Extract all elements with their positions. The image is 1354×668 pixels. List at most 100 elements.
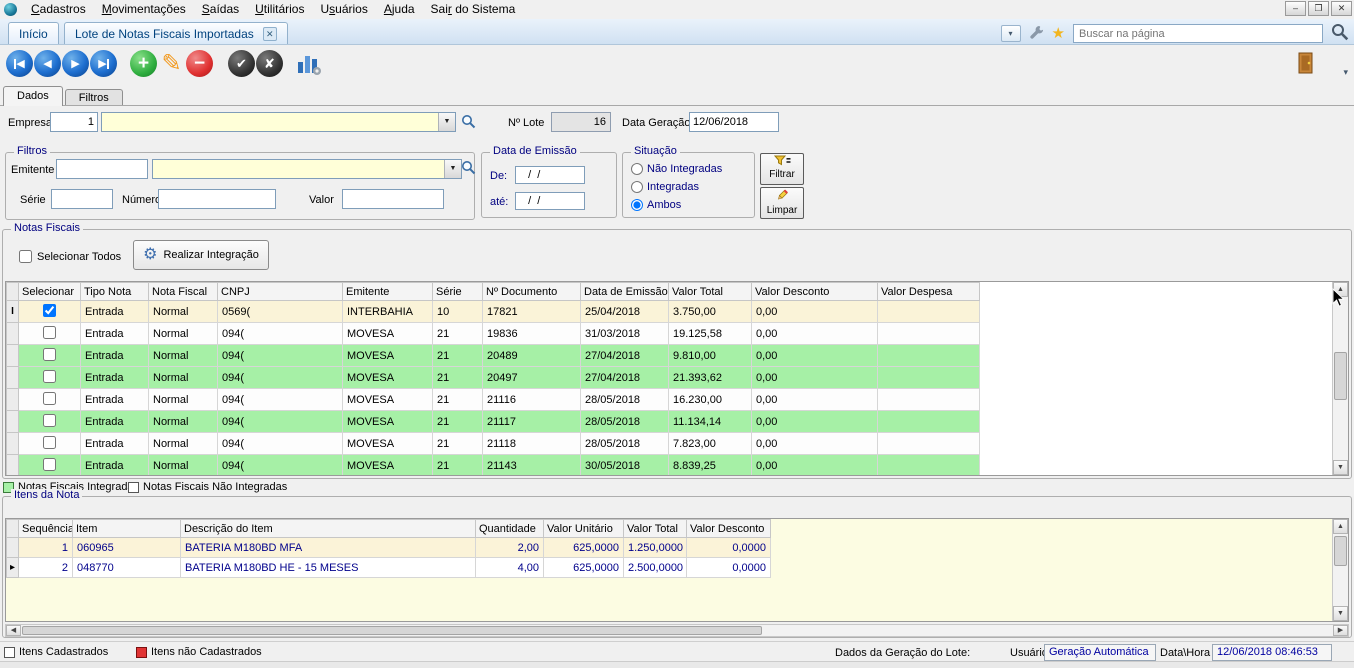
scrollbar-thumb[interactable]: [1334, 352, 1347, 400]
search-icon[interactable]: [1331, 23, 1349, 44]
star-icon[interactable]: ★: [1052, 26, 1065, 41]
radio-integradas-input[interactable]: [631, 181, 643, 193]
combo-dropdown-icon[interactable]: ▼: [438, 113, 455, 131]
search-input[interactable]: [1073, 24, 1323, 43]
scrollbar-thumb[interactable]: [22, 626, 762, 635]
row-select-checkbox[interactable]: [43, 458, 56, 471]
numero-input[interactable]: [158, 189, 276, 209]
col-documento[interactable]: Nº Documento: [483, 283, 581, 301]
menu-item-usuarios[interactable]: Usuários: [312, 0, 375, 19]
menu-item-saidas[interactable]: Saídas: [194, 0, 247, 19]
col-item[interactable]: Item: [73, 520, 181, 538]
row-select-checkbox[interactable]: [43, 414, 56, 427]
ate-date-input[interactable]: / /: [515, 192, 585, 210]
prev-record-button[interactable]: ◀: [34, 50, 61, 77]
minimize-button[interactable]: –: [1285, 1, 1306, 16]
emitente-combo[interactable]: ▼: [152, 159, 462, 179]
col-valor-unitario[interactable]: Valor Unitário: [544, 520, 624, 538]
empresa-combo[interactable]: ▼: [101, 112, 456, 132]
confirm-button[interactable]: ✔: [228, 50, 255, 77]
valor-input[interactable]: [342, 189, 444, 209]
scroll-down-icon[interactable]: ▼: [1333, 606, 1348, 621]
chevron-down-icon[interactable]: ▾: [1001, 25, 1021, 42]
col-descricao[interactable]: Descrição do Item: [181, 520, 476, 538]
row-select-checkbox[interactable]: [43, 392, 56, 405]
col-valor-desconto[interactable]: Valor Desconto: [687, 520, 771, 538]
item-row[interactable]: ▸ 2 048770 BATERIA M180BD HE - 15 MESES …: [7, 558, 1335, 578]
scroll-right-icon[interactable]: ▶: [1333, 625, 1348, 636]
serie-input[interactable]: [51, 189, 113, 209]
cancel-button[interactable]: ✘: [256, 50, 283, 77]
radio-nao-integradas[interactable]: Não Integradas: [631, 163, 722, 175]
wrench-icon[interactable]: [1029, 25, 1044, 43]
tab-inicio[interactable]: Início: [8, 22, 59, 44]
emitente-lookup-icon[interactable]: [461, 160, 476, 178]
scroll-up-icon[interactable]: ▲: [1333, 519, 1348, 534]
exit-door-icon[interactable]: [1296, 51, 1316, 78]
col-tipo-nota[interactable]: Tipo Nota: [81, 283, 149, 301]
col-emissao[interactable]: Data de Emissão: [581, 283, 669, 301]
emitente-input[interactable]: [56, 159, 148, 179]
chart-report-button[interactable]: [296, 50, 324, 78]
edit-record-button[interactable]: ✎: [158, 50, 185, 77]
col-quantidade[interactable]: Quantidade: [476, 520, 544, 538]
empresa-lookup-icon[interactable]: [461, 114, 476, 132]
scroll-left-icon[interactable]: ◀: [6, 625, 21, 636]
col-emitente[interactable]: Emitente: [343, 283, 433, 301]
row-select-checkbox[interactable]: [43, 304, 56, 317]
row-select-checkbox[interactable]: [43, 436, 56, 449]
col-valor-despesa[interactable]: Valor Despesa: [878, 283, 980, 301]
menu-item-sair[interactable]: Sair do Sistema: [423, 0, 524, 19]
radio-ambos[interactable]: Ambos: [631, 199, 681, 211]
delete-record-button[interactable]: −: [186, 50, 213, 77]
col-selecionar[interactable]: Selecionar: [19, 283, 81, 301]
selecionar-todos[interactable]: Selecionar Todos: [19, 250, 121, 263]
first-record-button[interactable]: ◀: [6, 50, 33, 77]
col-valor-total[interactable]: Valor Total: [669, 283, 752, 301]
tab-lote-notas[interactable]: Lote de Notas Fiscais Importadas ✕: [64, 22, 288, 44]
col-nota-fiscal[interactable]: Nota Fiscal: [149, 283, 218, 301]
de-date-input[interactable]: / /: [515, 166, 585, 184]
restore-button[interactable]: ❐: [1308, 1, 1329, 16]
selecionar-todos-checkbox[interactable]: [19, 250, 32, 263]
filtrar-button[interactable]: Filtrar: [760, 153, 804, 185]
table-row[interactable]: Entrada Normal 094( MOVESA 21 21118 28/0…: [7, 433, 1335, 455]
menu-item-cadastros[interactable]: Cadastros: [23, 0, 94, 19]
empresa-input[interactable]: [50, 112, 98, 132]
data-geracao-input[interactable]: [689, 112, 779, 132]
realizar-integracao-button[interactable]: ⚙ Realizar Integração: [133, 240, 269, 270]
col-serie[interactable]: Série: [433, 283, 483, 301]
table-row[interactable]: Entrada Normal 094( MOVESA 21 20497 27/0…: [7, 367, 1335, 389]
tab-filtros[interactable]: Filtros: [65, 89, 123, 106]
row-select-checkbox[interactable]: [43, 326, 56, 339]
menu-item-utilitarios[interactable]: Utilitários: [247, 0, 312, 19]
menu-item-ajuda[interactable]: Ajuda: [376, 0, 423, 19]
scrollbar-thumb[interactable]: [1334, 536, 1347, 566]
table-row[interactable]: Entrada Normal 094( MOVESA 21 20489 27/0…: [7, 345, 1335, 367]
row-select-checkbox[interactable]: [43, 370, 56, 383]
table-row[interactable]: Entrada Normal 094( MOVESA 21 21117 28/0…: [7, 411, 1335, 433]
tab-dados[interactable]: Dados: [3, 86, 63, 106]
scroll-down-icon[interactable]: ▼: [1333, 460, 1348, 475]
item-row[interactable]: 1 060965 BATERIA M180BD MFA 2,00 625,000…: [7, 538, 1335, 558]
radio-ambos-input[interactable]: [631, 199, 643, 211]
next-record-button[interactable]: ▶: [62, 50, 89, 77]
tab-close-icon[interactable]: ✕: [263, 27, 277, 41]
limpar-button[interactable]: Limpar: [760, 187, 804, 219]
col-sequencia[interactable]: Sequência: [19, 520, 73, 538]
add-record-button[interactable]: +: [130, 50, 157, 77]
last-record-button[interactable]: ▶: [90, 50, 117, 77]
col-valor-total[interactable]: Valor Total: [624, 520, 687, 538]
menu-item-movimentacoes[interactable]: Movimentações: [94, 0, 194, 19]
close-button[interactable]: ✕: [1331, 1, 1352, 16]
table-row[interactable]: Entrada Normal 094( MOVESA 21 21143 30/0…: [7, 455, 1335, 477]
radio-integradas[interactable]: Integradas: [631, 181, 699, 193]
table-row[interactable]: I Entrada Normal 0569( INTERBAHIA 10 178…: [7, 301, 1335, 323]
combo-dropdown-icon[interactable]: ▼: [444, 160, 461, 178]
col-valor-desconto[interactable]: Valor Desconto: [752, 283, 878, 301]
table-row[interactable]: Entrada Normal 094( MOVESA 21 19836 31/0…: [7, 323, 1335, 345]
radio-nao-integradas-input[interactable]: [631, 163, 643, 175]
toolbar-more-icon[interactable]: ▾: [1343, 67, 1348, 78]
col-cnpj[interactable]: CNPJ: [218, 283, 343, 301]
table-row[interactable]: Entrada Normal 094( MOVESA 21 21116 28/0…: [7, 389, 1335, 411]
